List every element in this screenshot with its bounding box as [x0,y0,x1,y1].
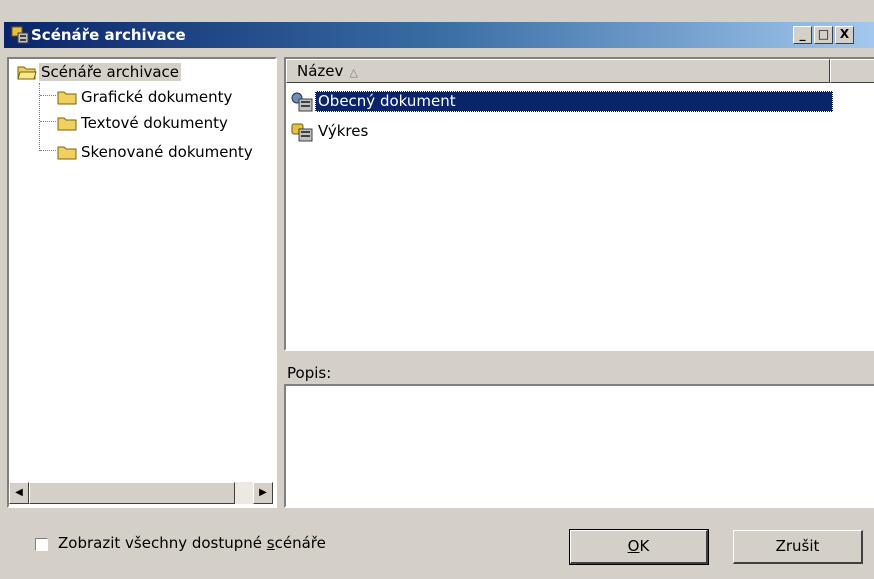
list-item-general-document[interactable]: Obecný dokument [291,90,833,114]
scroll-left-button[interactable]: ◀ [9,482,29,504]
column-header-label: Název [297,62,344,80]
sort-ascending-icon: △ [349,66,358,79]
tree-item-label: Skenované dokumenty [81,143,253,161]
scroll-thumb[interactable] [29,482,235,504]
tree-item-label: Textové dokumenty [81,114,228,132]
tree-item-label: Grafické dokumenty [81,88,233,106]
title-bar[interactable]: Scénáře archivace _ □ X [4,22,874,48]
list-item-label: Výkres [318,122,369,140]
show-all-scenarios-checkbox[interactable] [35,538,48,551]
close-button[interactable]: X [835,26,854,44]
show-all-scenarios-label[interactable]: Zobrazit všechny dostupné scénáře [58,534,326,552]
tree-horizontal-scrollbar[interactable]: ◀ ▶ [9,482,273,504]
list-item-label: Obecný dokument [315,91,833,112]
arrow-left-icon: ◀ [15,487,23,498]
folder-icon [57,146,77,160]
description-label: Popis: [287,364,332,382]
column-header-empty[interactable] [830,59,874,83]
ok-button[interactable]: OK [569,529,709,565]
drawing-scenario-icon [291,123,313,142]
window-title: Scénáře archivace [31,26,186,44]
minimize-button[interactable]: _ [793,26,812,44]
scenario-list[interactable]: Název △ Obecný dokument Výkres [284,57,874,351]
scenario-icon [11,26,29,44]
folder-icon [57,117,77,131]
description-field[interactable] [284,384,874,508]
column-header-name[interactable]: Název △ [286,59,830,83]
tree-item-label: Scénáře archivace [39,63,182,81]
document-scenario-icon [291,92,313,112]
open-folder-icon [17,66,37,80]
scroll-right-button[interactable]: ▶ [253,482,273,504]
cancel-button[interactable]: Zrušit [733,530,863,564]
maximize-button[interactable]: □ [814,26,833,44]
tree-panel[interactable]: Scénáře archivace Grafické dokumenty Tex… [7,57,277,508]
folder-icon [57,91,77,105]
arrow-right-icon: ▶ [259,487,267,498]
